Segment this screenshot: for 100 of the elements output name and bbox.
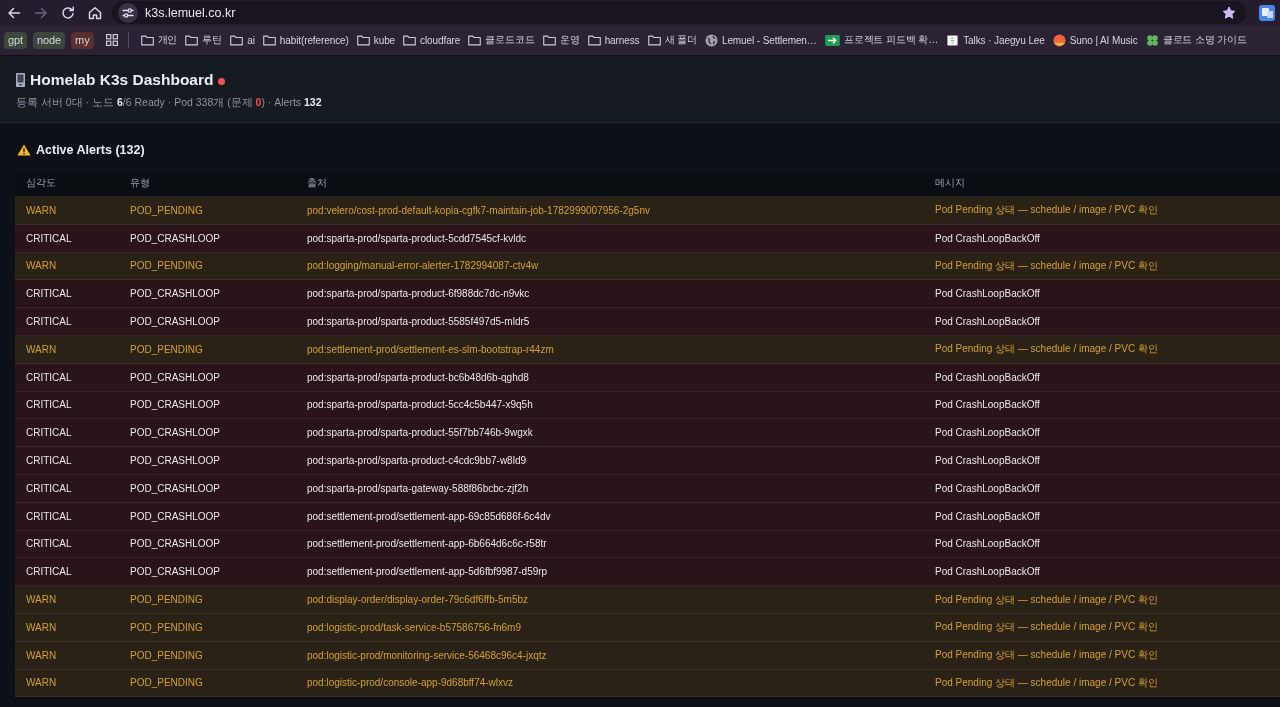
bookmark-star-icon[interactable] <box>1222 5 1236 20</box>
alert-type-cell-text: POD_CRASHLOOP <box>129 232 222 244</box>
severity-cell-text: CRITICAL <box>25 316 73 328</box>
message-cell-text: Pod CrashLoopBackOff <box>934 482 1041 494</box>
source-cell-text: pod:settlement-prod/settlement-app-6b664d6c6c-r58tr <box>306 538 548 550</box>
message-cell-text: Pod Pending 상태 — schedule / image / PVC 확인 <box>934 648 1159 663</box>
source-cell-text: pod:sparta-prod/sparta-product-bc6b48d6b-qghd8 <box>306 371 530 383</box>
folder-icon <box>140 34 154 46</box>
severity-cell-text: CRITICAL <box>25 371 73 383</box>
source-cell-text: pod:sparta-prod/sparta-product-5cc4c5b447-x9q5h <box>306 399 534 411</box>
alert-type-cell-text: POD_CRASHLOOP <box>129 538 222 550</box>
warning-icon <box>17 144 31 156</box>
alert-type-cell-text: POD_PENDING <box>129 649 204 661</box>
source-cell-text: pod:sparta-prod/sparta-product-5cdd7545cf-kvldc <box>306 232 527 244</box>
alert-type-cell-text: POD_CRASHLOOP <box>129 510 222 522</box>
folder-icon <box>185 34 199 46</box>
message-cell-text: Pod Pending 상태 — schedule / image / PVC 확인 <box>934 620 1159 635</box>
alert-type-cell-text: POD_CRASHLOOP <box>129 399 222 411</box>
bookmark-link[interactable]: kube <box>356 34 396 46</box>
page-icon <box>946 34 960 46</box>
severity-cell-text: WARN <box>25 594 58 606</box>
alert-type-cell-text: POD_PENDING <box>129 204 204 216</box>
alert-type-cell-text: POD_CRASHLOOP <box>129 482 222 494</box>
bookmark-chip[interactable]: gpt <box>4 31 27 49</box>
bookmark-link[interactable]: 클로드코드 <box>468 33 535 47</box>
bookmark-link[interactable]: 운영 <box>542 33 580 47</box>
home-icon[interactable] <box>88 5 102 20</box>
folder-icon <box>542 34 556 46</box>
bookmark-link[interactable]: ai <box>230 34 255 46</box>
source-cell-text: pod:sparta-prod/sparta-product-6f988dc7dc-n9vkc <box>306 288 531 300</box>
bookmark-link[interactable]: Talks · Jaegyu Lee <box>946 34 1045 46</box>
bookmark-link[interactable]: 새 폴더 <box>647 33 697 47</box>
globe-icon <box>704 33 718 47</box>
message-cell-text: Pod CrashLoopBackOff <box>934 371 1041 383</box>
device-icon <box>16 73 25 87</box>
bookmark-link[interactable]: habit(reference) <box>262 34 349 46</box>
url-text: k3s.lemuel.co.kr <box>145 5 237 20</box>
message-cell-text: Pod Pending 상태 — schedule / image / PVC 확인 <box>934 203 1159 218</box>
source-cell-text: pod:logistic-prod/task-service-b57586756-fn6m9 <box>306 621 522 633</box>
summary-text: 등록 서버 0대 · 노드 6/6 Ready · Pod 338개 (문제 0) · Alerts 132 <box>16 95 323 109</box>
source-cell-text: pod:logistic-prod/console-app-9d68bff74-wlxvz <box>306 677 515 689</box>
severity-cell-text: CRITICAL <box>25 566 73 578</box>
severity-cell-text: CRITICAL <box>25 538 73 550</box>
bookmark-chip[interactable]: my <box>71 31 94 49</box>
source-cell-text: pod:logging/manual-error-alerter-1782994087-ctv4w <box>306 260 540 272</box>
alert-type-cell-text: POD_CRASHLOOP <box>129 427 222 439</box>
source-cell-text: pod:settlement-prod/settlement-app-69c85d686f-6c4dv <box>306 510 552 522</box>
bookmark-link[interactable]: cloudfare <box>403 34 461 46</box>
severity-cell-text: CRITICAL <box>25 288 73 300</box>
alert-type-cell-text: POD_PENDING <box>129 677 204 689</box>
severity-cell-text: CRITICAL <box>25 399 73 411</box>
severity-cell-text: WARN <box>25 677 58 689</box>
folder-icon <box>356 34 370 46</box>
bookmark-link[interactable]: 클로드 소명 가이드 <box>1145 33 1248 47</box>
column-header: 출처 <box>306 176 328 190</box>
message-cell-text: Pod CrashLoopBackOff <box>934 566 1041 578</box>
alert-type-cell-text: POD_PENDING <box>129 260 204 272</box>
arrow-tile-icon <box>824 34 840 46</box>
severity-cell-text: WARN <box>25 204 58 216</box>
address-bar[interactable]: k3s.lemuel.co.kr <box>112 1 1246 24</box>
severity-cell-text: WARN <box>25 649 58 661</box>
bookmark-link[interactable]: 개인 <box>140 33 178 47</box>
message-cell-text: Pod CrashLoopBackOff <box>934 288 1041 300</box>
severity-cell-text: CRITICAL <box>25 232 73 244</box>
column-header: 메시지 <box>934 176 966 190</box>
bookmark-link[interactable]: 루틴 <box>185 33 223 47</box>
source-cell-text: pod:settlement-prod/settlement-app-5d6fbf9987-d59rp <box>306 566 549 578</box>
bookmark-link[interactable]: 프로젝트 피드백 확… <box>824 33 939 47</box>
apps-grid-icon[interactable] <box>105 34 118 46</box>
severity-cell-text: WARN <box>25 260 58 272</box>
back-icon[interactable] <box>7 5 21 20</box>
bookmark-chip[interactable]: node <box>33 31 66 49</box>
alert-type-cell-text: POD_CRASHLOOP <box>129 316 222 328</box>
source-cell-text: pod:sparta-prod/sparta-product-c4cdc9bb7-w8ld9 <box>306 455 527 467</box>
source-cell-text: pod:sparta-prod/sparta-product-55f7bb746b-9wgxk <box>306 427 534 439</box>
bookmark-link[interactable]: Suno | AI Music <box>1052 33 1138 47</box>
alert-type-cell-text: POD_PENDING <box>129 621 204 633</box>
message-cell-text: Pod CrashLoopBackOff <box>934 538 1041 550</box>
alert-type-cell-text: POD_CRASHLOOP <box>129 371 222 383</box>
folder-icon <box>468 34 482 46</box>
severity-cell-text: CRITICAL <box>25 510 73 522</box>
source-cell-text: pod:display-order/display-order-79c6df6ffb-5m5bz <box>306 594 530 606</box>
source-cell-text: pod:logistic-prod/monitoring-service-56468c96c4-jxqtz <box>306 649 548 661</box>
message-cell-text: Pod Pending 상태 — schedule / image / PVC 확인 <box>934 342 1159 357</box>
clover-icon <box>1145 33 1159 47</box>
bookmark-link[interactable]: harness <box>587 34 640 46</box>
folder-icon <box>230 34 244 46</box>
reload-icon[interactable] <box>61 5 75 20</box>
column-header: 심각도 <box>25 176 57 190</box>
bookmark-link[interactable]: Lemuel - Settlemen… <box>704 33 817 47</box>
overlapping-squares-icon[interactable] <box>1259 4 1275 21</box>
message-cell-text: Pod Pending 상태 — schedule / image / PVC 확인 <box>934 675 1159 690</box>
site-settings-icon[interactable] <box>118 2 138 23</box>
severity-cell-text: CRITICAL <box>25 482 73 494</box>
source-cell-text: pod:sparta-prod/sparta-gateway-588f86bcbc-zjf2h <box>306 482 530 494</box>
severity-cell-text: CRITICAL <box>25 455 73 467</box>
message-cell-text: Pod CrashLoopBackOff <box>934 427 1041 439</box>
message-cell-text: Pod CrashLoopBackOff <box>934 232 1041 244</box>
message-cell-text: Pod Pending 상태 — schedule / image / PVC 확인 <box>934 259 1159 273</box>
alert-type-cell-text: POD_CRASHLOOP <box>129 455 222 467</box>
